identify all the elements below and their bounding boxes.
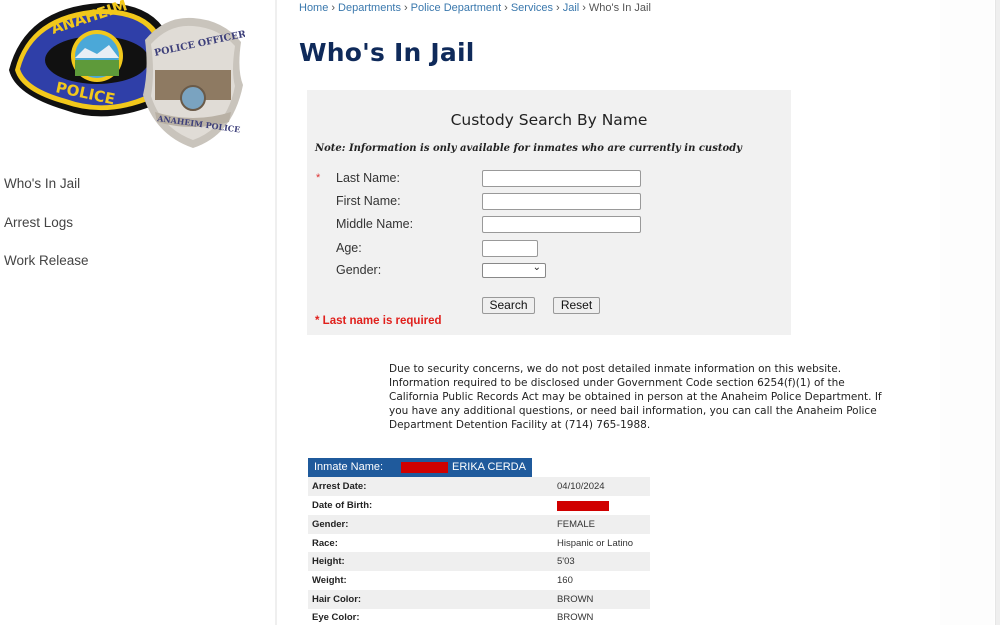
detail-label: Gender: bbox=[312, 519, 349, 530]
detail-label: Weight: bbox=[312, 575, 347, 586]
sidebar: ANAHEIM POLICE POLICE OFFICER ANAHEIM PO… bbox=[0, 0, 277, 625]
right-margin bbox=[940, 0, 994, 625]
breadcrumb-separator: › bbox=[582, 2, 586, 14]
custody-search-form: Custody Search By Name Note: Information… bbox=[307, 90, 791, 335]
first-name-input[interactable] bbox=[482, 193, 641, 210]
breadcrumb-separator: › bbox=[556, 2, 560, 14]
detail-row-hair-color: Hair Color: BROWN bbox=[308, 590, 650, 609]
required-marker: * bbox=[316, 172, 321, 184]
detail-value: BROWN bbox=[557, 594, 594, 605]
scrollbar[interactable] bbox=[995, 0, 1000, 625]
security-disclaimer: Due to security concerns, we do not post… bbox=[389, 363, 882, 431]
detail-label: Eye Color: bbox=[312, 612, 360, 623]
detail-row-eye-color: Eye Color: BROWN bbox=[308, 608, 650, 625]
reset-button[interactable]: Reset bbox=[553, 297, 600, 314]
sidebar-item-whos-in-jail[interactable]: Who's In Jail bbox=[4, 176, 80, 191]
age-input[interactable] bbox=[482, 240, 538, 257]
detail-value: BROWN bbox=[557, 612, 594, 623]
redaction-bar bbox=[401, 462, 448, 473]
search-button[interactable]: Search bbox=[482, 297, 535, 314]
detail-label: Hair Color: bbox=[312, 594, 362, 605]
chevron-down-icon: ⌄ bbox=[532, 262, 541, 273]
first-name-label: First Name: bbox=[336, 194, 401, 208]
detail-row-weight: Weight: 160 bbox=[308, 571, 650, 590]
breadcrumb-separator: › bbox=[331, 2, 336, 14]
anaheim-police-logo[interactable]: ANAHEIM POLICE POLICE OFFICER ANAHEIM PO… bbox=[5, 0, 245, 152]
detail-row-gender: Gender: FEMALE bbox=[308, 515, 650, 534]
middle-name-label: Middle Name: bbox=[336, 217, 414, 231]
breadcrumb-current: Who's In Jail bbox=[588, 2, 651, 14]
detail-value: FEMALE bbox=[557, 519, 596, 530]
police-badge-icon: POLICE OFFICER ANAHEIM POLICE bbox=[143, 17, 245, 148]
detail-row-height: Height: 5'03 bbox=[308, 552, 650, 571]
detail-row-arrest-date: Arrest Date: 04/10/2024 bbox=[308, 477, 650, 496]
sidebar-item-work-release[interactable]: Work Release bbox=[4, 253, 89, 268]
last-name-input[interactable] bbox=[482, 170, 641, 187]
detail-label: Arrest Date: bbox=[312, 481, 367, 492]
inmate-name: ERIKA CERDA bbox=[452, 461, 526, 473]
sidebar-item-arrest-logs[interactable]: Arrest Logs bbox=[4, 215, 73, 230]
breadcrumb-departments[interactable]: Departments bbox=[338, 2, 401, 14]
breadcrumb-police-department[interactable]: Police Department bbox=[411, 2, 502, 14]
middle-name-input[interactable] bbox=[482, 216, 641, 233]
breadcrumb-home[interactable]: Home bbox=[299, 2, 328, 14]
detail-label: Date of Birth: bbox=[312, 500, 373, 511]
inmate-name-header: Inmate Name: ERIKA CERDA bbox=[308, 458, 532, 477]
detail-value: 160 bbox=[557, 575, 573, 586]
breadcrumb-separator: › bbox=[404, 2, 408, 14]
inmate-name-label: Inmate Name: bbox=[314, 461, 384, 473]
breadcrumb-separator: › bbox=[504, 2, 508, 14]
breadcrumb: Home › Departments › Police Department › Servi… bbox=[299, 2, 651, 14]
breadcrumb-jail[interactable]: Jail bbox=[563, 2, 580, 14]
breadcrumb-services[interactable]: Services bbox=[511, 2, 553, 14]
custody-note: Note: Information is only available for … bbox=[315, 143, 742, 154]
gender-label: Gender: bbox=[336, 263, 382, 277]
detail-value: Hispanic or Latino bbox=[557, 538, 634, 549]
detail-value: 04/10/2024 bbox=[557, 481, 605, 492]
gender-select[interactable]: ⌄ bbox=[482, 262, 546, 278]
detail-row-race: Race: Hispanic or Latino bbox=[308, 534, 650, 553]
detail-label: Race: bbox=[312, 538, 338, 549]
page-title: Who's In Jail bbox=[299, 38, 475, 67]
search-title: Custody Search By Name bbox=[450, 111, 648, 129]
age-label: Age: bbox=[336, 241, 362, 255]
detail-value: 5'03 bbox=[557, 556, 575, 567]
detail-label: Height: bbox=[312, 556, 345, 567]
detail-row-date-of-birth: Date of Birth: bbox=[308, 496, 650, 515]
required-message: * Last name is required bbox=[315, 315, 442, 327]
last-name-label: Last Name: bbox=[336, 171, 400, 185]
redaction-bar bbox=[557, 501, 609, 511]
